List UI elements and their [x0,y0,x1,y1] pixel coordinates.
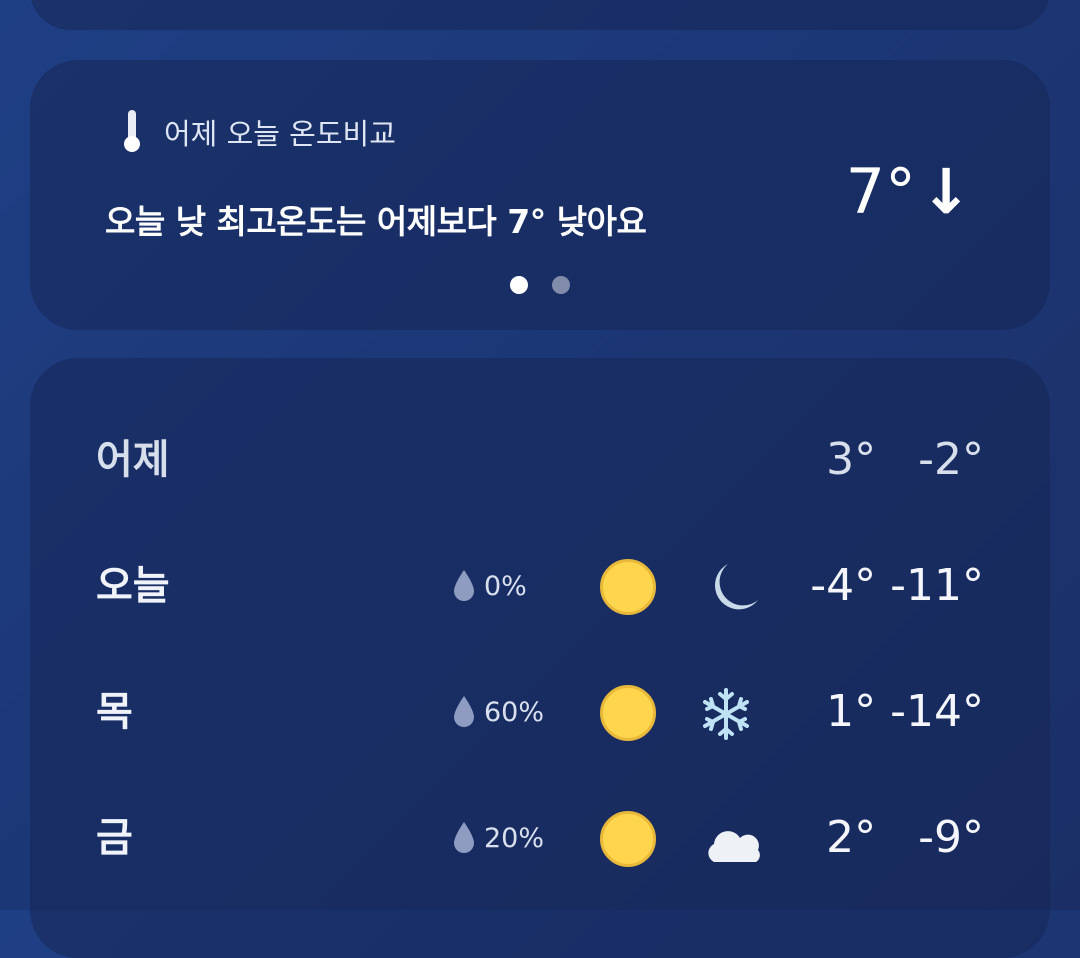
day-label: 어제 [96,437,170,483]
precipitation-chance: 20% [484,822,545,854]
raindrop-half-icon [454,696,474,727]
compare-header: 어제 오늘 온도비교 [120,110,396,154]
day-label: 금 [96,815,133,861]
sun-icon [600,811,656,867]
page-dot[interactable] [552,276,570,294]
compare-difference: 7°↓ [846,155,972,228]
precipitation-chance: 60% [484,696,545,728]
difference-value: 7° [845,155,917,228]
previous-card [30,0,1050,30]
precipitation-chance: 0% [484,570,527,602]
raindrop-icon [454,570,474,601]
cloud-moon-icon [708,814,762,862]
compare-message: 오늘 낮 최고온도는 어제보다 7° 낮아요 [105,202,647,241]
temperature-high-low: 3° -2° [826,434,984,485]
moon-icon [715,564,758,610]
forecast-row-friday[interactable]: 금 20% 2° -9° [30,798,1050,878]
snowflake-icon [703,688,749,740]
precipitation: 60% [452,672,544,752]
raindrop-icon [454,822,474,853]
forecast-row-today[interactable]: 오늘 0% -4° -11° [30,546,1050,626]
compare-title: 어제 오늘 온도비교 [164,117,396,151]
day-label: 오늘 [96,563,170,609]
temperature-compare-card[interactable]: 어제 오늘 온도비교 오늘 낮 최고온도는 어제보다 7° 낮아요 7°↓ [30,60,1050,330]
page-dot-active[interactable] [510,276,528,294]
forecast-row-thursday[interactable]: 목 60% 1° -14° [30,672,1050,752]
precipitation: 20% [452,798,544,878]
page-indicator[interactable] [510,276,570,294]
temperature-high-low: -4° -11° [810,560,984,611]
sun-icon [600,559,656,615]
temperature-high-low: 1° -14° [826,686,984,737]
day-label: 목 [96,689,133,735]
daily-forecast-card: 어제 3° -2° 오늘 0% -4° -11° 목 60% 1° -14° 금… [30,358,1050,958]
thermometer-icon [120,110,144,154]
precipitation: 0% [452,546,527,626]
sun-icon [600,685,656,741]
arrow-down-icon: ↓ [920,155,972,228]
forecast-row-yesterday: 어제 3° -2° [30,420,1050,500]
temperature-high-low: 2° -9° [826,812,984,863]
